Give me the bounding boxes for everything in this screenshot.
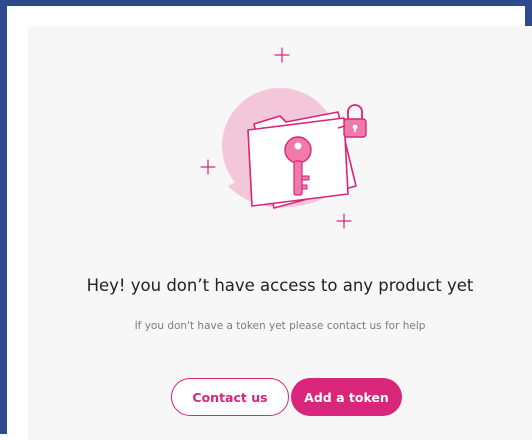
empty-state-title: Hey! you don’t have access to any produc… [86,276,474,295]
empty-state-subtitle: If you don't have a token yet please con… [134,320,426,332]
window-frame: Hey! you don’t have access to any produc… [0,0,532,440]
add-token-button[interactable]: Add a token [291,378,402,416]
contact-us-button[interactable]: Contact us [171,378,289,416]
empty-state-card: Hey! you don’t have access to any produc… [28,26,532,440]
locked-folder-key-icon [200,47,367,229]
